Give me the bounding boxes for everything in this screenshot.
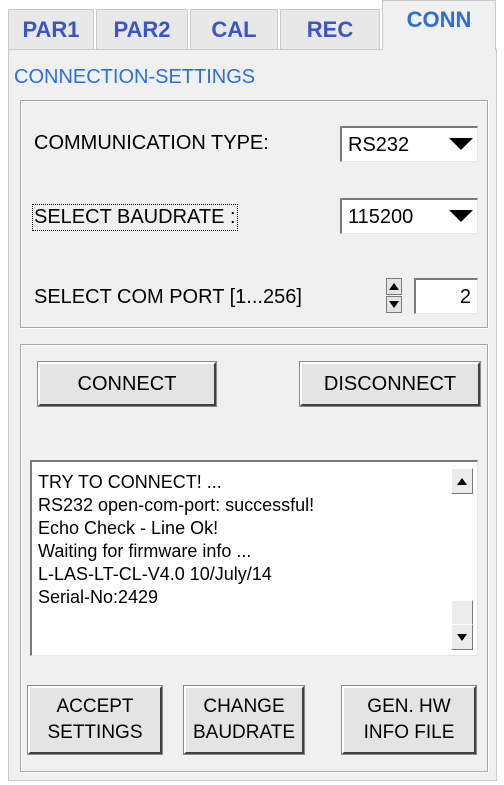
tab-conn[interactable]: CONN <box>382 0 496 50</box>
spinner-down-icon[interactable] <box>386 296 402 313</box>
tab-rec[interactable]: REC <box>280 9 380 49</box>
communication-type-select[interactable]: RS232 <box>340 126 478 162</box>
gen-hw-info-file-line2: INFO FILE <box>363 722 455 743</box>
accept-settings-button[interactable]: ACCEPT SETTINGS <box>27 685 163 755</box>
scroll-thumb[interactable] <box>451 600 473 626</box>
gen-hw-info-file-button[interactable]: GEN. HW INFO FILE <box>341 685 477 755</box>
accept-settings-line1: ACCEPT <box>56 696 134 717</box>
com-port-input[interactable]: 2 <box>414 278 478 314</box>
log-line: RS232 open-com-port: successful! <box>38 495 315 515</box>
log-scrollbar[interactable] <box>451 468 473 650</box>
gen-hw-info-file-line1: GEN. HW <box>367 696 451 717</box>
change-baudrate-line1: CHANGE <box>203 696 285 717</box>
disconnect-button[interactable]: DISCONNECT <box>299 361 481 407</box>
change-baudrate-line2: BAUDRATE <box>192 722 296 743</box>
baudrate-label: SELECT BAUDRATE : <box>32 204 238 231</box>
tab-par2[interactable]: PAR2 <box>96 9 188 49</box>
dropdown-arrow-icon[interactable] <box>449 138 473 150</box>
log-line: Echo Check - Line Ok! <box>38 518 219 538</box>
communication-type-label: COMMUNICATION TYPE: <box>34 132 269 154</box>
baudrate-value: 115200 <box>348 206 414 228</box>
dropdown-arrow-icon[interactable] <box>449 210 473 222</box>
baudrate-select[interactable]: 115200 <box>340 198 478 234</box>
scroll-up-icon[interactable] <box>451 468 473 494</box>
scroll-down-icon[interactable] <box>451 624 473 650</box>
log-line: L-LAS-LT-CL-V4.0 10/July/14 <box>38 564 272 584</box>
accept-settings-line2: SETTINGS <box>47 722 143 743</box>
communication-type-value: RS232 <box>348 134 410 156</box>
com-port-spinner[interactable] <box>386 278 402 314</box>
connect-button[interactable]: CONNECT <box>37 361 217 407</box>
log-line: Waiting for firmware info ... <box>38 541 252 561</box>
log-line: Serial-No:2429 <box>38 587 159 607</box>
connection-log[interactable]: TRY TO CONNECT! ... RS232 open-com-port:… <box>30 460 478 656</box>
tab-cal[interactable]: CAL <box>190 9 278 49</box>
com-port-label: SELECT COM PORT [1...256] <box>34 286 302 308</box>
change-baudrate-button[interactable]: CHANGE BAUDRATE <box>183 685 305 755</box>
spinner-up-icon[interactable] <box>386 278 402 295</box>
section-title: CONNECTION-SETTINGS <box>14 66 256 88</box>
tab-par1[interactable]: PAR1 <box>8 9 94 49</box>
log-line: TRY TO CONNECT! ... <box>38 472 222 492</box>
